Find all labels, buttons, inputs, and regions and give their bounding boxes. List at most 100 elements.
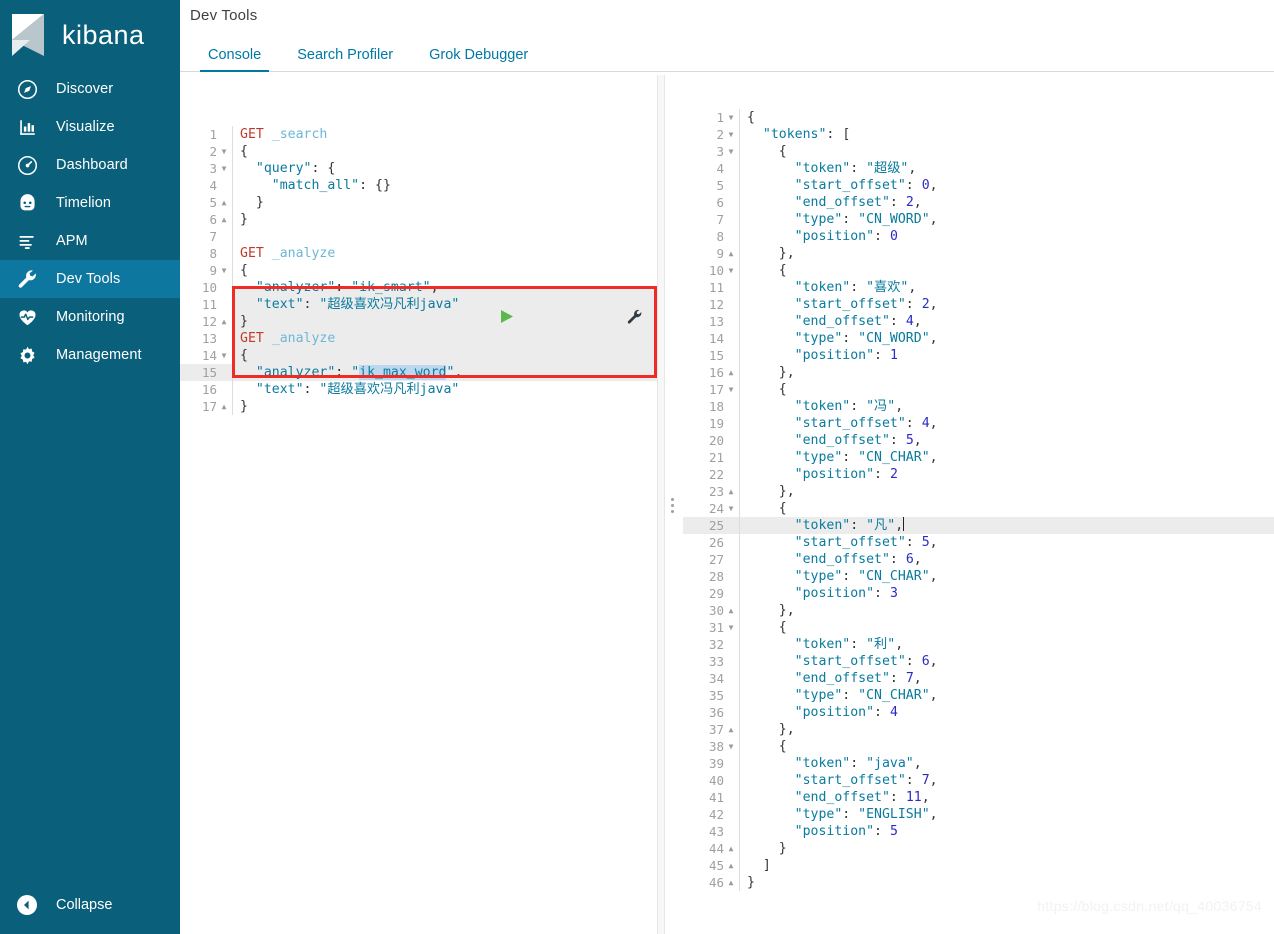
code-line[interactable]: 32 "token": "利",	[683, 636, 1274, 653]
code-line[interactable]: 34 "end_offset": 7,	[683, 670, 1274, 687]
code-line[interactable]: 9 ▼ {	[180, 262, 657, 279]
chevron-down-icon[interactable]: ▼	[727, 742, 735, 751]
collapse-button[interactable]: Collapse	[0, 892, 180, 918]
code-line[interactable]: 2 ▼ {	[180, 143, 657, 160]
chevron-up-icon[interactable]: ▲	[727, 368, 735, 377]
code-line[interactable]: 42 "type": "ENGLISH",	[683, 806, 1274, 823]
code-line[interactable]: 5 ▲ }	[180, 194, 657, 211]
code-line[interactable]: 14 ▼ {	[180, 347, 657, 364]
sidebar-item-management[interactable]: Management	[0, 336, 180, 374]
code-line[interactable]: 4 "token": "超级",	[683, 160, 1274, 177]
chevron-up-icon[interactable]: ▲	[220, 215, 228, 224]
pane-splitter[interactable]	[665, 75, 683, 934]
code-line[interactable]: 26 "start_offset": 5,	[683, 534, 1274, 551]
code-line[interactable]: 25 "token": "凡",	[683, 517, 1274, 534]
code-line[interactable]: 22 "position": 2	[683, 466, 1274, 483]
chevron-up-icon[interactable]: ▲	[727, 249, 735, 258]
code-line[interactable]: 1 ▼ {	[683, 109, 1274, 126]
code-line[interactable]: 16 "text": "超级喜欢冯凡利java"	[180, 381, 657, 398]
chevron-down-icon[interactable]: ▼	[220, 147, 228, 156]
code-line[interactable]: 20 "end_offset": 5,	[683, 432, 1274, 449]
chevron-down-icon[interactable]: ▼	[220, 351, 228, 360]
code-line[interactable]: 1 GET _search	[180, 126, 657, 143]
sidebar-item-monitoring[interactable]: Monitoring	[0, 298, 180, 336]
chevron-up-icon[interactable]: ▲	[220, 198, 228, 207]
code-line[interactable]: 16 ▲ },	[683, 364, 1274, 381]
tab-grok-debugger[interactable]: Grok Debugger	[411, 47, 546, 72]
code-line[interactable]: 24 ▼ {	[683, 500, 1274, 517]
code-line[interactable]: 15 "analyzer": "ik_max_word",	[180, 364, 657, 381]
chevron-down-icon[interactable]: ▼	[220, 266, 228, 275]
code-line[interactable]: 2 ▼ "tokens": [	[683, 126, 1274, 143]
wrench-icon[interactable]	[531, 291, 643, 347]
tab-search-profiler[interactable]: Search Profiler	[279, 47, 411, 72]
code-line[interactable]: 41 "end_offset": 11,	[683, 789, 1274, 806]
code-line[interactable]: 15 "position": 1	[683, 347, 1274, 364]
chevron-down-icon[interactable]: ▼	[727, 385, 735, 394]
chevron-up-icon[interactable]: ▲	[727, 844, 735, 853]
code-line[interactable]: 7	[180, 228, 657, 245]
code-line[interactable]: 43 "position": 5	[683, 823, 1274, 840]
sidebar-item-apm[interactable]: APM	[0, 222, 180, 260]
sidebar-item-visualize[interactable]: Visualize	[0, 108, 180, 146]
code-line[interactable]: 7 "type": "CN_WORD",	[683, 211, 1274, 228]
chevron-up-icon[interactable]: ▲	[727, 487, 735, 496]
code-line[interactable]: 6 ▲}	[180, 211, 657, 228]
code-line[interactable]: 12 "start_offset": 2,	[683, 296, 1274, 313]
code-line[interactable]: 31 ▼ {	[683, 619, 1274, 636]
code-line[interactable]: 8 GET _analyze	[180, 245, 657, 262]
kibana-brand[interactable]: kibana	[0, 0, 180, 70]
code-line[interactable]: 27 "end_offset": 6,	[683, 551, 1274, 568]
code-line[interactable]: 39 "token": "java",	[683, 755, 1274, 772]
code-line[interactable]: 36 "position": 4	[683, 704, 1274, 721]
code-line[interactable]: 6 "end_offset": 2,	[683, 194, 1274, 211]
chevron-down-icon[interactable]: ▼	[727, 623, 735, 632]
code-line[interactable]: 17 ▼ {	[683, 381, 1274, 398]
code-line[interactable]: 5 "start_offset": 0,	[683, 177, 1274, 194]
code-line[interactable]: 17 ▲}	[180, 398, 657, 415]
code-line[interactable]: 14 "type": "CN_WORD",	[683, 330, 1274, 347]
code-line[interactable]: 9 ▲ },	[683, 245, 1274, 262]
chevron-up-icon[interactable]: ▲	[727, 878, 735, 887]
code-line[interactable]: 45 ▲ ]	[683, 857, 1274, 874]
chevron-down-icon[interactable]: ▼	[727, 504, 735, 513]
chevron-up-icon[interactable]: ▲	[727, 861, 735, 870]
chevron-up-icon[interactable]: ▲	[727, 606, 735, 615]
code-line[interactable]: 28 "type": "CN_CHAR",	[683, 568, 1274, 585]
sidebar-item-timelion[interactable]: Timelion	[0, 184, 180, 222]
request-editor[interactable]: 1 GET _search 2 ▼{3 ▼ "query": {4 "match_all…	[180, 75, 657, 934]
code-line[interactable]: 3 ▼ "query": {	[180, 160, 657, 177]
code-line[interactable]: 29 "position": 3	[683, 585, 1274, 602]
play-icon[interactable]	[402, 291, 514, 347]
code-line[interactable]: 35 "type": "CN_CHAR",	[683, 687, 1274, 704]
chevron-down-icon[interactable]: ▼	[727, 266, 735, 275]
code-line[interactable]: 4 "match_all": {}	[180, 177, 657, 194]
sidebar-item-dev-tools[interactable]: Dev Tools	[0, 260, 180, 298]
code-line[interactable]: 37 ▲ },	[683, 721, 1274, 738]
chevron-up-icon[interactable]: ▲	[727, 725, 735, 734]
chevron-down-icon[interactable]: ▼	[727, 113, 735, 122]
chevron-down-icon[interactable]: ▼	[220, 164, 228, 173]
code-line[interactable]: 40 "start_offset": 7,	[683, 772, 1274, 789]
code-line[interactable]: 11 "token": "喜欢",	[683, 279, 1274, 296]
code-line[interactable]: 23 ▲ },	[683, 483, 1274, 500]
sidebar-item-discover[interactable]: Discover	[0, 70, 180, 108]
code-line[interactable]: 33 "start_offset": 6,	[683, 653, 1274, 670]
code-line[interactable]: 21 "type": "CN_CHAR",	[683, 449, 1274, 466]
splitter-grip-icon[interactable]	[671, 498, 674, 513]
chevron-down-icon[interactable]: ▼	[727, 130, 735, 139]
code-line[interactable]: 38 ▼ {	[683, 738, 1274, 755]
response-viewer[interactable]: 1 ▼{2 ▼ "tokens": [3 ▼ {4 "token": "超级", 5 "…	[683, 75, 1274, 934]
code-line[interactable]: 44 ▲ }	[683, 840, 1274, 857]
code-line[interactable]: 18 "token": "冯",	[683, 398, 1274, 415]
code-line[interactable]: 46 ▲}	[683, 874, 1274, 891]
chevron-down-icon[interactable]: ▼	[727, 147, 735, 156]
code-line[interactable]: 13 "end_offset": 4,	[683, 313, 1274, 330]
sidebar-item-dashboard[interactable]: Dashboard	[0, 146, 180, 184]
code-line[interactable]: 3 ▼ {	[683, 143, 1274, 160]
code-line[interactable]: 19 "start_offset": 4,	[683, 415, 1274, 432]
code-line[interactable]: 10 ▼ {	[683, 262, 1274, 279]
code-line[interactable]: 8 "position": 0	[683, 228, 1274, 245]
chevron-up-icon[interactable]: ▲	[220, 402, 228, 411]
code-line[interactable]: 30 ▲ },	[683, 602, 1274, 619]
